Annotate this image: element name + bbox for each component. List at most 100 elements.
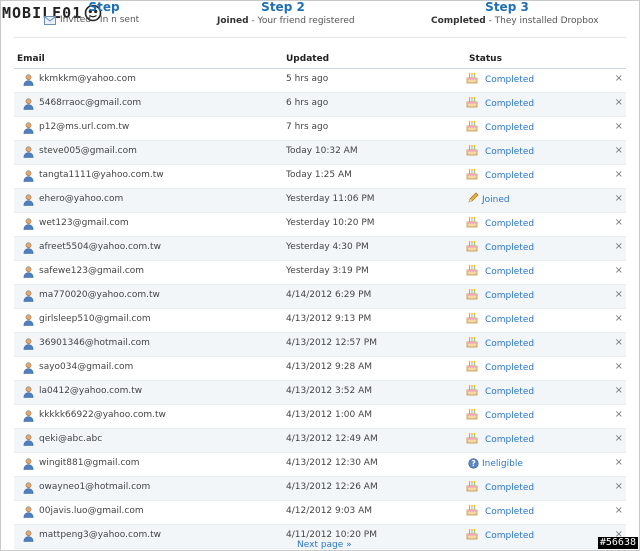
step-2: Step 2 Joined - Your friend registered [213,0,355,26]
cake-icon [466,336,478,351]
row-status: Completed [485,483,535,493]
remove-x-icon[interactable]: × [615,481,623,493]
row-updated: 4/13/2012 1:00 AM [286,410,373,420]
row-updated: 4/14/2012 6:29 PM [286,290,372,300]
cake-icon [466,168,478,183]
step-1-text: Invited - In n sent [60,15,140,25]
remove-x-icon[interactable]: × [615,145,623,157]
user-icon [23,338,34,350]
header-divider [14,37,626,38]
table-row: tangta1111@yahoo.com.tw Today 1:25 AM Co… [14,165,626,189]
row-status: Completed [485,123,535,133]
remove-x-icon[interactable]: × [615,361,623,373]
user-icon [23,458,34,470]
remove-x-icon[interactable]: × [615,289,623,301]
remove-x-icon[interactable]: × [615,505,623,517]
step-3: Step 3 Completed - They installed Dropbo… [427,0,599,27]
table-row: kkkkk66922@yahoo.com.tw 4/13/2012 1:00 A… [14,405,626,429]
remove-x-icon[interactable]: × [615,457,623,469]
row-status: Completed [485,99,535,109]
step-1-title: Step [88,0,120,14]
header-status: Status [469,54,502,64]
remove-x-icon[interactable]: × [615,73,623,85]
row-email: owayneo1@hotmail.com [39,482,151,492]
remove-x-icon[interactable]: × [615,313,623,325]
user-icon [23,98,34,110]
table-row: kkmkkm@yahoo.com 5 hrs ago Completed × [14,69,626,93]
user-icon [23,146,34,158]
cake-icon [466,216,478,231]
cake-icon [466,72,478,87]
user-icon [23,122,34,134]
remove-x-icon[interactable]: × [615,97,623,109]
row-updated: Yesterday 3:19 PM [286,266,369,276]
row-email: wingit881@gmail.com [39,458,140,468]
remove-x-icon[interactable]: × [615,169,623,181]
row-email: 00javis.luo@gmail.com [39,506,144,516]
remove-x-icon[interactable]: × [615,409,623,421]
user-icon [23,218,34,230]
cake-icon [466,264,478,279]
row-email: steve005@gmail.com [39,146,137,156]
cake-icon [466,312,478,327]
cake-icon [466,384,478,399]
row-status: Completed [485,411,535,421]
remove-x-icon[interactable]: × [615,385,623,397]
row-updated: 4/13/2012 12:26 AM [286,482,378,492]
user-icon [23,290,34,302]
user-icon [23,314,34,326]
row-email: sayo034@gmail.com [39,362,134,372]
row-email: wet123@gmail.com [39,218,129,228]
remove-x-icon[interactable]: × [615,337,623,349]
row-updated: Yesterday 4:30 PM [286,242,369,252]
row-updated: 4/13/2012 12:49 AM [286,434,378,444]
row-updated: 4/11/2012 10:20 PM [286,530,377,540]
row-email: afreet5504@yahoo.com.tw [39,242,161,252]
step-2-title: Step 2 [261,0,305,14]
row-status: Joined [482,195,510,205]
row-status: Completed [485,315,535,325]
user-icon [23,266,34,278]
row-status: Completed [485,507,535,517]
step-3-strong: Completed [431,16,486,26]
table-row: 5468rraoc@gmail.com 6 hrs ago Completed … [14,93,626,117]
question-icon: ? [468,458,479,472]
table-row: steve005@gmail.com Today 10:32 AM Comple… [14,141,626,165]
row-status: Completed [485,291,535,301]
user-icon [23,74,34,86]
row-status: Completed [485,531,535,541]
user-icon [23,362,34,374]
step-1: Step Invited - In n sent [44,0,164,25]
row-email: ma770020@yahoo.com.tw [39,290,160,300]
row-status: Completed [485,363,535,373]
table-row: wingit881@gmail.com 4/13/2012 12:30 AM ?… [14,453,626,477]
remove-x-icon[interactable]: × [615,265,623,277]
step-3-title: Step 3 [485,0,529,14]
user-icon [23,482,34,494]
table-row: girlsleep510@gmail.com 4/13/2012 9:13 PM… [14,309,626,333]
row-email: girlsleep510@gmail.com [39,314,151,324]
user-icon [23,506,34,518]
row-status: Completed [485,243,535,253]
remove-x-icon[interactable]: × [615,121,623,133]
row-email: 5468rraoc@gmail.com [39,98,142,108]
row-status: Completed [485,171,535,181]
user-icon [23,410,34,422]
table-row: ehero@yahoo.com Yesterday 11:06 PM Joine… [14,189,626,213]
remove-x-icon[interactable]: × [615,193,623,205]
remove-x-icon[interactable]: × [615,217,623,229]
remove-x-icon[interactable]: × [615,241,623,253]
step-2-strong: Joined [217,15,249,26]
cake-icon [466,432,478,447]
cake-icon [466,408,478,423]
table-row: wet123@gmail.com Yesterday 10:20 PM Comp… [14,213,626,237]
row-status: Completed [485,75,535,85]
row-status: Completed [485,339,535,349]
table-row: ma770020@yahoo.com.tw 4/14/2012 6:29 PM … [14,285,626,309]
remove-x-icon[interactable]: × [615,433,623,445]
row-email: kkmkkm@yahoo.com [39,74,136,84]
header-updated: Updated [286,54,330,64]
table-row: safewe123@gmail.com Yesterday 3:19 PM Co… [14,261,626,285]
next-page-link[interactable]: Next page » [297,540,352,550]
row-updated: 4/13/2012 3:52 AM [286,386,373,396]
